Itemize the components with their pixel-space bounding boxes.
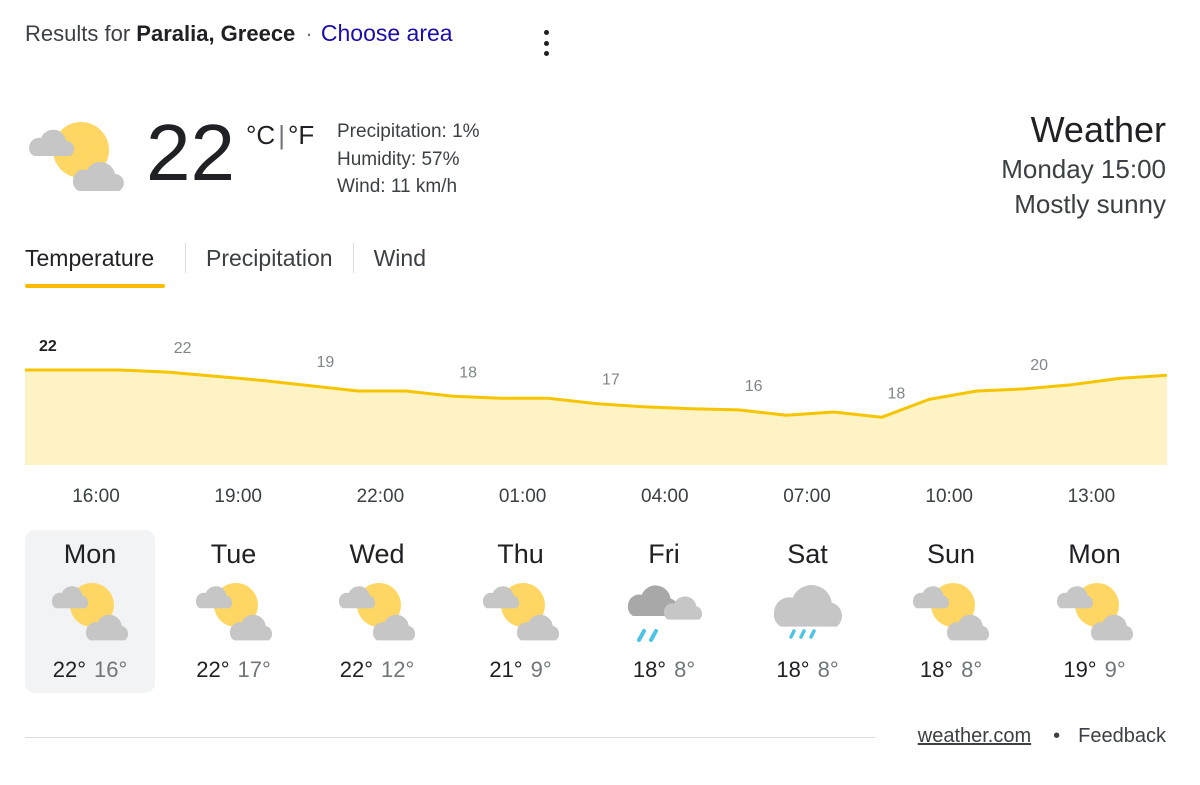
high-temp: 22° xyxy=(339,657,373,682)
footer: weather.com • Feedback xyxy=(918,725,1166,748)
day-temps: 21° 9° xyxy=(456,657,586,683)
high-temp: 18° xyxy=(919,657,954,682)
high-temp: 19° xyxy=(1063,657,1097,682)
forecast-day[interactable]: Wed 22° 12° xyxy=(312,530,442,693)
tab-wind[interactable]: Wind xyxy=(374,238,426,290)
day-temps: 19° 9° xyxy=(1030,657,1160,683)
source-link[interactable]: weather.com xyxy=(918,725,1031,747)
results-prefix: Results for xyxy=(25,21,131,46)
partly-sunny-icon xyxy=(1055,575,1137,645)
fahrenheit-unit[interactable]: °F xyxy=(288,120,314,150)
feedback-link[interactable]: Feedback xyxy=(1078,725,1166,747)
forecast-day[interactable]: Thu 21° 9° xyxy=(456,530,586,693)
partly-sunny-icon xyxy=(194,575,276,645)
day-name: Sat xyxy=(787,539,828,569)
wind-detail: Wind: 11 km/h xyxy=(337,176,458,197)
day-name: Sun xyxy=(926,539,976,569)
temperature-label: 17 xyxy=(602,372,620,389)
forecast-day[interactable]: Tue 22° 17° xyxy=(169,530,299,693)
low-temp: 9° xyxy=(530,657,552,682)
hour-axis: 16:00 19:00 22:00 01:00 04:00 07:00 10:00 13:00 xyxy=(25,486,1167,514)
day-name: Mon xyxy=(1068,539,1121,569)
temperature-label: 22 xyxy=(39,338,57,355)
weather-title: Weather xyxy=(1030,109,1166,150)
low-temp: 8° xyxy=(674,657,696,682)
high-temp: 22° xyxy=(52,657,86,682)
hour-label: 22:00 xyxy=(356,486,405,507)
partly-sunny-icon xyxy=(481,575,563,645)
low-temp: 17° xyxy=(237,657,271,682)
current-temperature: 22 xyxy=(146,108,235,197)
day-name: Thu xyxy=(497,539,544,569)
precipitation-detail: Precipitation: 1% xyxy=(337,121,480,142)
unit-separator: | xyxy=(278,120,285,150)
weather-summary: Weather Monday 15:00 Mostly sunny xyxy=(1001,108,1166,222)
choose-area-link[interactable]: Choose area xyxy=(321,20,453,46)
tab-precipitation[interactable]: Precipitation xyxy=(206,238,333,290)
tab-divider xyxy=(352,243,354,273)
hour-label: 16:00 xyxy=(72,486,120,507)
low-temp: 8° xyxy=(817,657,839,682)
day-temps: 18° 8° xyxy=(743,657,873,683)
unit-toggle: °C | °F xyxy=(246,120,314,151)
rain-showers-icon xyxy=(624,575,706,645)
forecast-day[interactable]: Sun 18° 8° xyxy=(886,530,1016,693)
high-temp: 21° xyxy=(489,657,523,682)
hour-label: 04:00 xyxy=(641,486,689,507)
results-header: Results for Paralia, Greece · Choose are… xyxy=(25,20,453,47)
day-temps: 22° 16° xyxy=(25,657,155,683)
temperature-label: 18 xyxy=(888,385,906,402)
day-temps: 18° 8° xyxy=(599,657,729,683)
day-name: Mon xyxy=(63,539,117,569)
humidity-detail: Humidity: 57% xyxy=(337,148,460,170)
day-name: Fri xyxy=(648,539,680,569)
temperature-area xyxy=(25,370,1167,465)
footer-dot: • xyxy=(1053,725,1061,747)
partly-sunny-icon xyxy=(25,118,129,194)
temperature-label: 18 xyxy=(459,364,477,381)
temperature-label: 16 xyxy=(745,378,763,395)
hour-label: 19:00 xyxy=(214,486,262,507)
temperature-label: 22 xyxy=(174,340,192,357)
high-temp: 18° xyxy=(632,657,667,682)
tab-divider xyxy=(185,243,186,273)
temperature-label: 20 xyxy=(1030,357,1048,374)
forecast-day[interactable]: Mon 19° 9° xyxy=(1030,530,1160,693)
day-name: Tue xyxy=(210,539,257,569)
day-temps: 22° 17° xyxy=(169,657,299,683)
hour-label: 13:00 xyxy=(1067,486,1116,507)
partly-sunny-icon xyxy=(911,575,993,645)
forecast-day[interactable]: Mon 22° 16° xyxy=(25,530,155,693)
separator-dot: · xyxy=(305,21,313,46)
weather-details: Precipitation: 1% Humidity: 57% Wind: 11… xyxy=(337,118,480,201)
high-temp: 22° xyxy=(196,657,230,682)
daily-forecast: Mon 22° 16° Tue 22° 17° Wed 22° 12° Thu 21° 9° Fri 18… xyxy=(25,530,1167,695)
temperature-chart: 22 22 19 18 17 16 18 20 xyxy=(25,338,1167,465)
chart-tabs: Temperature Precipitation Wind xyxy=(25,238,426,292)
forecast-day[interactable]: Fri 18° 8° xyxy=(599,530,729,693)
celsius-unit[interactable]: °C xyxy=(246,120,275,150)
partly-sunny-icon xyxy=(50,575,132,645)
hour-label: 10:00 xyxy=(925,486,973,507)
location-name: Paralia, Greece xyxy=(136,21,296,46)
hour-label: 01:00 xyxy=(498,486,547,507)
weather-condition: Mostly sunny xyxy=(1014,189,1166,219)
rain-icon xyxy=(768,575,850,645)
more-options-icon[interactable] xyxy=(536,30,556,56)
day-temps: 18° 8° xyxy=(886,657,1016,683)
day-temps: 22° 12° xyxy=(312,657,442,683)
temperature-label: 19 xyxy=(317,354,335,371)
low-temp: 9° xyxy=(1104,657,1126,682)
forecast-day[interactable]: Sat 18° 8° xyxy=(743,530,873,693)
hour-label: 07:00 xyxy=(783,486,831,507)
low-temp: 16° xyxy=(94,657,128,682)
high-temp: 18° xyxy=(776,657,810,682)
footer-divider xyxy=(25,737,875,738)
low-temp: 12° xyxy=(381,657,415,682)
tab-temperature[interactable]: Temperature xyxy=(25,238,165,290)
low-temp: 8° xyxy=(961,657,983,682)
day-name: Wed xyxy=(349,539,405,569)
partly-sunny-icon xyxy=(337,575,419,645)
weather-datetime: Monday 15:00 xyxy=(1001,154,1166,184)
